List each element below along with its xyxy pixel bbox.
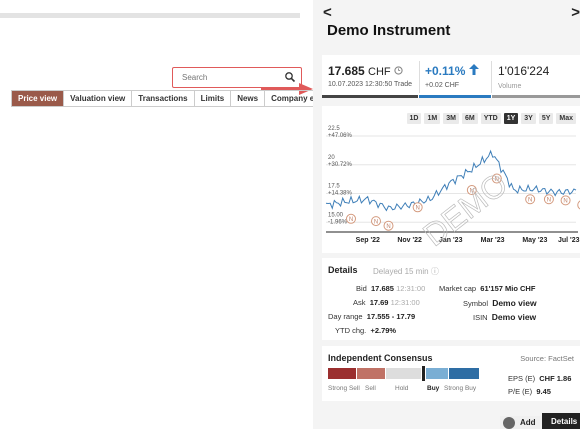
main-pane: Price view Valuation view Transactions L… xyxy=(0,0,343,429)
quote-bar-volume xyxy=(492,95,580,98)
add-button[interactable]: Add xyxy=(500,416,542,429)
svg-text:N: N xyxy=(528,198,532,204)
quote-card: 17.685 CHF 10.07.2023 12:30:50 Trade +0.… xyxy=(322,55,580,98)
divider xyxy=(491,61,492,93)
symbol-row: Symbol Demo view xyxy=(463,298,537,308)
quote-bar-change xyxy=(419,95,491,98)
view-tabs: Price view Valuation view Transactions L… xyxy=(11,90,343,107)
news-marker[interactable]: N xyxy=(412,202,423,213)
rating-marker xyxy=(422,366,425,381)
price-chart: 1D 1M 3M 6M YTD 1Y 3Y 5Y Max 22.5 +47.06%… xyxy=(322,106,580,253)
day-range-row: Day range 17.555 - 17.79 xyxy=(328,312,416,321)
isin-row: ISIN Demo view xyxy=(473,312,537,322)
tab-transactions[interactable]: Transactions xyxy=(132,91,195,106)
volume-label: Volume xyxy=(498,83,522,90)
bid-row: Bid 17.685 12:31:00 xyxy=(356,284,426,293)
rating-sell xyxy=(357,368,385,379)
news-marker[interactable]: N xyxy=(346,213,356,224)
consensus-source: Source: FactSet xyxy=(520,354,574,363)
y-tick-pct: -1.96% xyxy=(328,219,348,225)
chart-canvas: 22.5+47.06% 20+30.72% 17.5+14.38% 15.00-1.9… xyxy=(325,126,580,253)
svg-text:N: N xyxy=(374,219,378,225)
forward-button[interactable]: > xyxy=(571,4,580,21)
x-tick-label: Mar '23 xyxy=(481,237,505,244)
y-tick-pct: +14.38% xyxy=(328,191,353,197)
details-header: Details xyxy=(328,265,358,275)
up-arrow-icon xyxy=(468,64,479,75)
instrument-panel: < > Demo Instrument 17.685 CHF 10.07.202… xyxy=(313,0,580,429)
rating-strong-sell xyxy=(328,368,356,379)
delay-note: Delayed 15 min ⓘ xyxy=(373,267,439,276)
y-tick-pct: +47.06% xyxy=(328,133,353,139)
svg-text:N: N xyxy=(415,206,419,212)
y-tick-label: 22.5 xyxy=(328,126,340,132)
news-marker[interactable]: N xyxy=(543,194,554,205)
svg-text:N: N xyxy=(386,224,390,230)
news-marker[interactable]: N xyxy=(525,194,536,205)
label-sell: Sell xyxy=(365,385,376,392)
y-tick-label: 15.00 xyxy=(328,212,344,218)
pe-row: P/E (E) 9.45 xyxy=(508,387,551,396)
y-tick-pct: +30.72% xyxy=(328,162,353,168)
svg-text:N: N xyxy=(563,199,567,205)
x-tick-label: Jul '23 xyxy=(558,237,580,244)
back-button[interactable]: < xyxy=(323,4,332,21)
x-tick-label: Sep '22 xyxy=(356,237,380,244)
absolute-change: +0.02 CHF xyxy=(425,82,460,89)
news-marker[interactable]: N xyxy=(383,220,394,231)
rating-strong-buy xyxy=(449,368,479,379)
consensus-header: Independent Consensus xyxy=(328,353,433,363)
clock-icon xyxy=(394,66,403,75)
rating-hold xyxy=(386,368,421,379)
add-watchlist-icon xyxy=(503,417,515,429)
label-strong-buy: Strong Buy xyxy=(444,385,477,392)
x-tick-label: May '23 xyxy=(522,237,547,244)
ytd-row: YTD chg. +2.79% xyxy=(335,326,397,335)
quote-bar-price xyxy=(322,95,418,98)
x-tick-label: Nov '22 xyxy=(397,237,422,244)
label-buy: Buy xyxy=(427,385,440,392)
search-input[interactable] xyxy=(182,73,282,82)
consensus-card: Independent Consensus Source: FactSet St… xyxy=(322,346,580,401)
details-card: Details Delayed 15 min ⓘ Bid 17.685 12:3… xyxy=(322,258,580,340)
y-tick-label: 20 xyxy=(328,155,335,161)
eps-row: EPS (E) CHF 1.86 xyxy=(508,374,572,383)
rating-buy xyxy=(426,368,448,379)
tab-price-view[interactable]: Price view xyxy=(12,91,65,106)
instrument-title: Demo Instrument xyxy=(327,22,451,39)
news-marker[interactable]: N xyxy=(371,216,381,227)
volume-value: 1'016'224 xyxy=(498,64,550,78)
svg-text:N: N xyxy=(349,217,353,223)
last-price: 17.685 CHF xyxy=(328,64,403,78)
details-button[interactable]: Details xyxy=(542,413,580,429)
divider xyxy=(419,61,420,93)
percent-change: +0.11% xyxy=(425,64,479,78)
y-tick-label: 17.5 xyxy=(328,184,340,190)
ask-row: Ask 17.69 12:31:00 xyxy=(353,298,420,307)
label-strong-sell: Strong Sell xyxy=(328,385,360,392)
tab-news[interactable]: News xyxy=(231,91,266,106)
market-cap-row: Market cap 61'157 Mio CHF xyxy=(439,284,536,293)
news-marker[interactable]: N xyxy=(560,195,571,206)
tab-valuation-view[interactable]: Valuation view xyxy=(64,91,133,106)
svg-text:N: N xyxy=(547,198,551,204)
top-scroll-track xyxy=(0,13,300,18)
tab-limits[interactable]: Limits xyxy=(195,91,232,106)
trade-timestamp: 10.07.2023 12:30:50 Trade xyxy=(328,81,413,88)
label-hold: Hold xyxy=(395,385,409,392)
